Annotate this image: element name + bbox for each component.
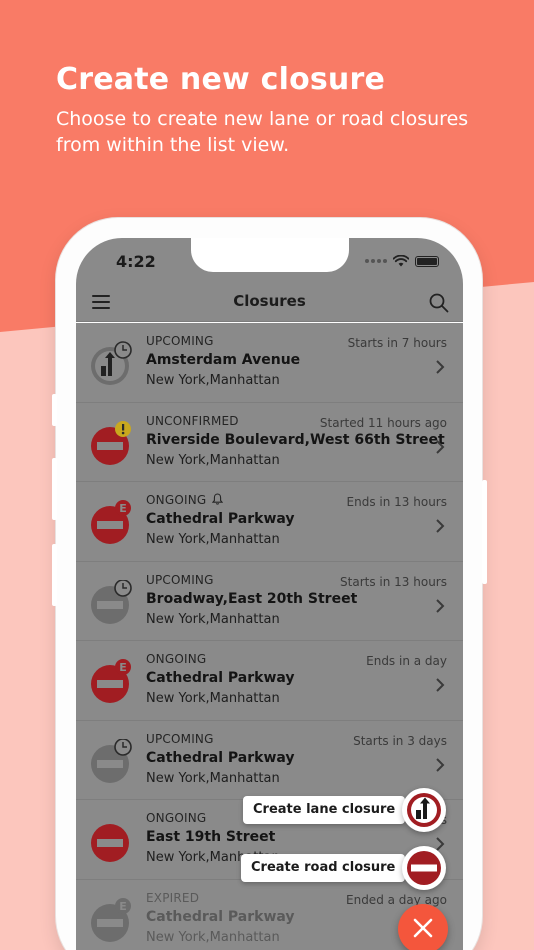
navigation-bar: Closures (76, 286, 463, 322)
list-item[interactable]: E ONGOING Cathedral Parkway New York,Man… (76, 641, 463, 721)
road-closure-icon (407, 851, 441, 885)
closure-status: UPCOMING (146, 334, 214, 348)
status-bar: 4:22 (76, 238, 463, 286)
chevron-right-icon (436, 757, 445, 772)
closure-time: Starts in 13 hours (340, 574, 447, 589)
road-closure-e-icon-faded: E (88, 897, 134, 944)
closure-status: ONGOING (146, 811, 207, 825)
closure-location: New York,Manhattan (146, 611, 280, 627)
list-item[interactable]: UPCOMING Amsterdam Avenue New York,Manha… (76, 323, 463, 403)
closure-location: New York,Manhattan (146, 373, 280, 388)
closure-name: Cathedral Parkway (146, 749, 295, 766)
phone-power-button (482, 480, 487, 584)
closure-status: UPCOMING (146, 731, 214, 746)
closure-status: EXPIRED (146, 890, 200, 905)
status-time: 4:22 (116, 252, 156, 271)
road-closure-warning-icon (88, 420, 134, 467)
list-item[interactable]: UPCOMING Broadway,East 20th Street New Y… (76, 561, 463, 641)
closure-name: East 19th Street (146, 829, 276, 845)
promo-title: Create new closure (56, 62, 386, 97)
close-fab-button[interactable] (398, 904, 448, 950)
closure-time: Ends in a day (366, 654, 447, 668)
chevron-right-icon (436, 439, 445, 454)
closure-status: UPCOMING (146, 572, 214, 587)
wifi-icon (393, 255, 409, 267)
svg-text:E: E (119, 661, 127, 674)
lane-closure-icon (407, 793, 441, 827)
closure-status: ONGOING (146, 493, 224, 507)
list-item[interactable]: E ONGOING Cathedral Parkway New York,Man… (76, 482, 463, 562)
closure-name: Cathedral Parkway (146, 670, 295, 686)
road-closure-clock-icon (88, 737, 134, 785)
road-closure-icon (88, 818, 134, 864)
phone-mute-switch (52, 394, 57, 426)
closure-name: Cathedral Parkway (146, 511, 295, 527)
chevron-right-icon (436, 519, 445, 533)
road-closure-e-icon: E (88, 659, 134, 705)
close-icon (413, 918, 433, 938)
battery-icon (415, 255, 439, 267)
signal-icon (365, 259, 387, 263)
closure-location: New York,Manhattan (146, 452, 280, 468)
closure-name: Broadway,East 20th Street (146, 590, 358, 607)
closure-name: Cathedral Parkway (146, 908, 295, 925)
closure-time: Started 11 hours ago (319, 415, 447, 430)
closure-name: Riverside Boulevard,West 66th Street (146, 431, 445, 448)
bell-icon (212, 493, 224, 505)
page-title: Closures (233, 292, 306, 310)
closure-status: ONGOING (146, 652, 207, 666)
app-screen: 4:22 Closures UPCOMING Amsterdam Avenue … (76, 238, 463, 950)
phone-notch (191, 238, 349, 272)
svg-text:E: E (119, 502, 127, 515)
create-road-closure-button[interactable] (402, 846, 446, 890)
closure-time: Starts in 7 hours (347, 336, 447, 350)
closure-location: New York,Manhattan (146, 532, 280, 547)
closure-time: Ends in 13 hours (346, 495, 447, 509)
promo-subtitle: Choose to create new lane or road closur… (56, 108, 469, 156)
status-icons (365, 255, 439, 267)
create-road-closure-label[interactable]: Create road closure (241, 854, 406, 882)
road-closure-clock-icon (88, 578, 134, 626)
closure-location: New York,Manhattan (146, 929, 280, 945)
chevron-right-icon (436, 360, 445, 374)
closure-location: New York,Manhattan (146, 770, 280, 786)
phone-volume-down (52, 544, 57, 606)
closure-location: New York,Manhattan (146, 691, 280, 706)
closure-status: UNCONFIRMED (146, 413, 239, 428)
chevron-right-icon (436, 678, 445, 692)
create-lane-closure-button[interactable] (402, 788, 446, 832)
list-item[interactable]: UNCONFIRMED Riverside Boulevard,West 66t… (76, 402, 463, 482)
lane-closure-clock-icon (88, 341, 134, 387)
closure-name: Amsterdam Avenue (146, 352, 301, 368)
chevron-right-icon (436, 598, 445, 613)
create-lane-closure-label[interactable]: Create lane closure (243, 796, 406, 824)
closure-time: Starts in 3 days (353, 733, 447, 748)
road-closure-e-icon: E (88, 500, 134, 546)
phone-volume-up (52, 458, 57, 520)
svg-text:E: E (119, 900, 127, 913)
search-icon[interactable] (429, 293, 449, 313)
